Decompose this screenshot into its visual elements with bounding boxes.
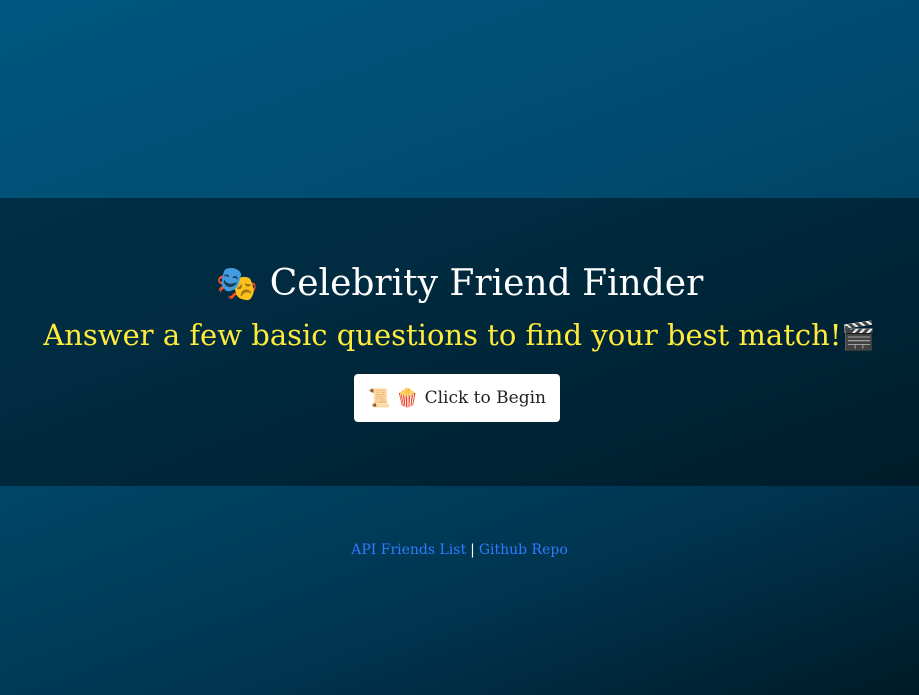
link-separator: | (470, 542, 475, 558)
scroll-popcorn-icon: 📜 🍿 (368, 387, 419, 409)
begin-button[interactable]: 📜 🍿 Click to Begin (354, 374, 560, 422)
page-subtitle: Answer a few basic questions to find you… (0, 314, 919, 357)
page-body: { "hero": { "title_icon": "🎭", "title": … (0, 0, 919, 695)
page-title: 🎭 Celebrity Friend Finder (0, 258, 919, 310)
footer-links: API Friends List | Github Repo (0, 540, 919, 560)
github-repo-link[interactable]: Github Repo (479, 542, 568, 558)
api-friends-list-link[interactable]: API Friends List (351, 542, 466, 558)
page-subtitle-text: Answer a few basic questions to find you… (43, 318, 842, 352)
page-title-text: Celebrity Friend Finder (269, 263, 704, 304)
theater-masks-icon: 🎭 (215, 264, 259, 304)
begin-button-label: Click to Begin (424, 388, 546, 408)
clapper-board-icon: 🎬 (841, 320, 876, 352)
